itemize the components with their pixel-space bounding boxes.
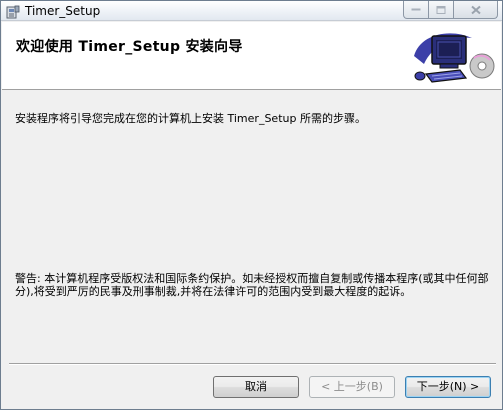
page-title: 欢迎使用 Timer_Setup 安装向导	[16, 39, 243, 55]
next-button[interactable]: 下一步(N) >	[405, 376, 491, 398]
title-bar[interactable]: Timer_Setup	[1, 1, 502, 21]
installer-icon[interactable]	[6, 4, 20, 19]
maximize-button[interactable]	[429, 1, 454, 19]
footer-divider	[9, 363, 496, 365]
header-banner: 欢迎使用 Timer_Setup 安装向导	[2, 22, 501, 90]
minimize-button[interactable]	[403, 1, 429, 19]
computer-setup-icon	[410, 26, 496, 88]
minimize-icon	[411, 8, 421, 10]
maximize-icon	[436, 5, 446, 14]
close-button[interactable]	[454, 1, 498, 19]
setup-window: Timer_Setup 欢迎使用 Timer_Setup 安装向导 安装程序将引…	[0, 0, 503, 410]
window-title: Timer_Setup	[25, 4, 101, 18]
back-button[interactable]: < 上一步(B)	[309, 376, 395, 398]
caption-buttons	[403, 1, 498, 19]
intro-text: 安装程序将引导您完成在您的计算机上安装 Timer_Setup 所需的步骤。	[15, 112, 366, 125]
copyright-warning: 警告: 本计算机程序受版权法和国际条约保护。如未经授权而擅自复制或传播本程序(或…	[15, 272, 489, 298]
close-icon	[470, 5, 481, 14]
cancel-button[interactable]: 取消	[213, 376, 299, 398]
